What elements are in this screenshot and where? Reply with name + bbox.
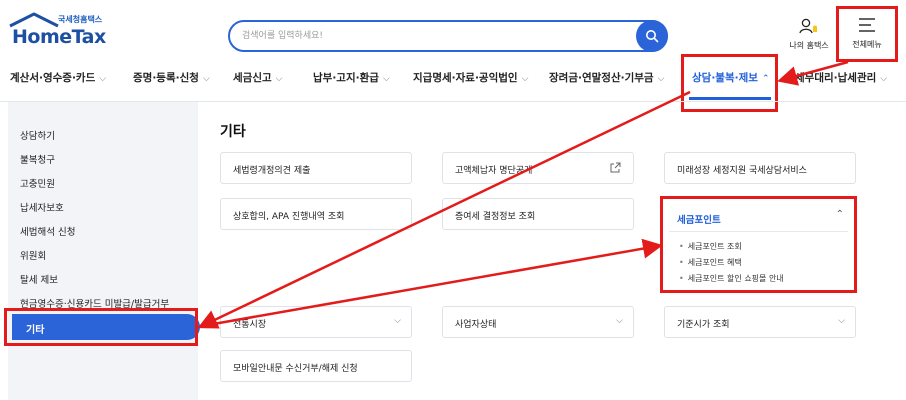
card-label: 미래성장 세정지원 국세상담서비스 <box>677 166 807 176</box>
search-bar <box>228 20 668 52</box>
card-delinquent-list[interactable]: 고액체납자 명단공개 <box>442 152 634 184</box>
hamburger-menu-icon <box>859 18 875 32</box>
nav-item-invoice[interactable]: 계산서·영수증·카드 ⌵ <box>10 70 106 85</box>
card-gift-tax[interactable]: 증여세 결정정보 조회 <box>442 198 634 230</box>
card-label: 상호합의, APA 진행내역 조회 <box>233 212 345 222</box>
sidebar: 상담하기 불복청구 고충민원 납세자보호 세법해석 신청 위원회 탈세 제보 현… <box>8 102 200 400</box>
card-mutual-agreement[interactable]: 상호합의, APA 진행내역 조회 <box>220 198 412 230</box>
card-label: 모바일안내문 수신거부/해제 신청 <box>233 364 358 374</box>
card-label: 기준시가 조회 <box>677 320 730 330</box>
nav-item-label: 지급명세·자료·공익법인 <box>413 72 518 84</box>
sidebar-item-grievance[interactable]: 고충민원 <box>20 176 55 190</box>
chevron-down-icon: ⌵ <box>657 74 665 84</box>
card-label: 전통시장 <box>233 320 267 330</box>
tax-point-sub-benefits[interactable]: • 세금포인트 혜택 <box>679 257 742 268</box>
nav-item-label: 계산서·영수증·카드 <box>10 72 96 84</box>
user-icon <box>799 18 817 34</box>
all-menu-label: 전체메뉴 <box>852 40 882 49</box>
card-label: 고액체납자 명단공개 <box>455 166 533 176</box>
logo-text: HomeTax <box>12 26 106 48</box>
my-hometax-label: 나의 홈택스 <box>789 41 829 50</box>
chevron-down-icon: ⌵ <box>880 74 888 84</box>
sub-label: 세금포인트 할인 쇼핑몰 안내 <box>687 274 784 283</box>
nav-item-label: 세무대리·납세관리 <box>795 72 877 84</box>
my-hometax-button[interactable]: 나의 홈택스 <box>784 18 834 54</box>
nav-item-tax-agent[interactable]: 세무대리·납세관리 ⌵ <box>795 70 887 85</box>
sidebar-item-taxpayer-protection[interactable]: 납세자보호 <box>20 200 64 214</box>
nav-item-tax-report[interactable]: 세금신고 ⌵ <box>233 70 282 85</box>
chevron-down-icon: ⌵ <box>99 74 107 84</box>
all-menu-button[interactable]: 전체메뉴 <box>836 6 898 62</box>
nav-item-label: 증명·등록·신청 <box>133 72 199 84</box>
sidebar-item-appeal[interactable]: 불복청구 <box>20 152 55 166</box>
card-label: 증여세 결정정보 조회 <box>455 212 536 222</box>
logo-subtitle: 국세청홈택스 <box>58 15 103 24</box>
divider <box>669 231 848 232</box>
chevron-down-icon: ⌵ <box>382 74 390 84</box>
chevron-down-icon: ⌵ <box>394 316 401 326</box>
sidebar-item-interpretation[interactable]: 세법해석 신청 <box>20 224 75 238</box>
chevron-down-icon: ⌵ <box>275 74 283 84</box>
nav-item-payment[interactable]: 납부·고지·환급 ⌵ <box>313 70 390 85</box>
card-label: 세법령개정의견 제출 <box>233 166 311 176</box>
chevron-up-icon[interactable]: ⌃ <box>836 209 844 220</box>
nav-item-label: 장려금·연말정산·기부금 <box>549 72 654 84</box>
nav-item-certificate[interactable]: 증명·등록·신청 ⌵ <box>133 70 210 85</box>
page-title: 기타 <box>220 124 246 140</box>
tax-point-title[interactable]: 세금포인트 <box>677 212 721 226</box>
nav-item-label: 세금신고 <box>233 72 272 84</box>
card-future-growth[interactable]: 미래성장 세정지원 국세상담서비스 <box>664 152 856 184</box>
card-mobile-notice-refusal[interactable]: 모바일안내문 수신거부/해제 신청 <box>220 350 412 382</box>
card-traditional-market[interactable]: 전통시장 ⌵ <box>220 306 412 338</box>
sub-label: 세금포인트 조회 <box>687 242 742 251</box>
nav-item-incentive[interactable]: 장려금·연말정산·기부금 ⌵ <box>549 70 664 85</box>
tax-point-sub-lookup[interactable]: • 세금포인트 조회 <box>679 241 742 252</box>
search-icon <box>646 30 659 43</box>
tax-point-sub-shopping[interactable]: • 세금포인트 할인 쇼핑몰 안내 <box>679 273 784 284</box>
nav-item-label: 납부·고지·환급 <box>313 72 379 84</box>
chevron-down-icon: ⌵ <box>616 316 623 326</box>
card-standard-price[interactable]: 기준시가 조회 ⌵ <box>664 306 856 338</box>
highlight-box-sidebar <box>4 308 198 346</box>
chevron-down-icon: ⌵ <box>521 74 529 84</box>
highlight-box-nav <box>681 54 778 112</box>
card-tax-law-opinion[interactable]: 세법령개정의견 제출 <box>220 152 412 184</box>
sub-label: 세금포인트 혜택 <box>687 258 742 267</box>
sidebar-item-tax-evasion-report[interactable]: 탈세 제보 <box>20 272 58 286</box>
header: 국세청홈택스 HomeTax 나의 홈택스 전체메뉴 <box>0 0 906 62</box>
hometax-logo[interactable]: 국세청홈택스 HomeTax <box>8 12 118 52</box>
external-link-icon <box>610 162 621 173</box>
sidebar-item-committee[interactable]: 위원회 <box>20 248 46 262</box>
card-label: 사업자상태 <box>455 320 497 330</box>
chevron-down-icon: ⌵ <box>202 74 210 84</box>
card-business-status[interactable]: 사업자상태 ⌵ <box>442 306 634 338</box>
search-input[interactable] <box>230 22 634 50</box>
search-button[interactable] <box>636 20 668 52</box>
chevron-down-icon: ⌵ <box>838 316 845 326</box>
tax-point-panel: 세금포인트 ⌃ • 세금포인트 조회 • 세금포인트 혜택 • 세금포인트 할인 쇼핑… <box>660 196 857 293</box>
sidebar-item-consult[interactable]: 상담하기 <box>20 128 55 142</box>
nav-item-statement[interactable]: 지급명세·자료·공익법인 ⌵ <box>413 70 528 85</box>
